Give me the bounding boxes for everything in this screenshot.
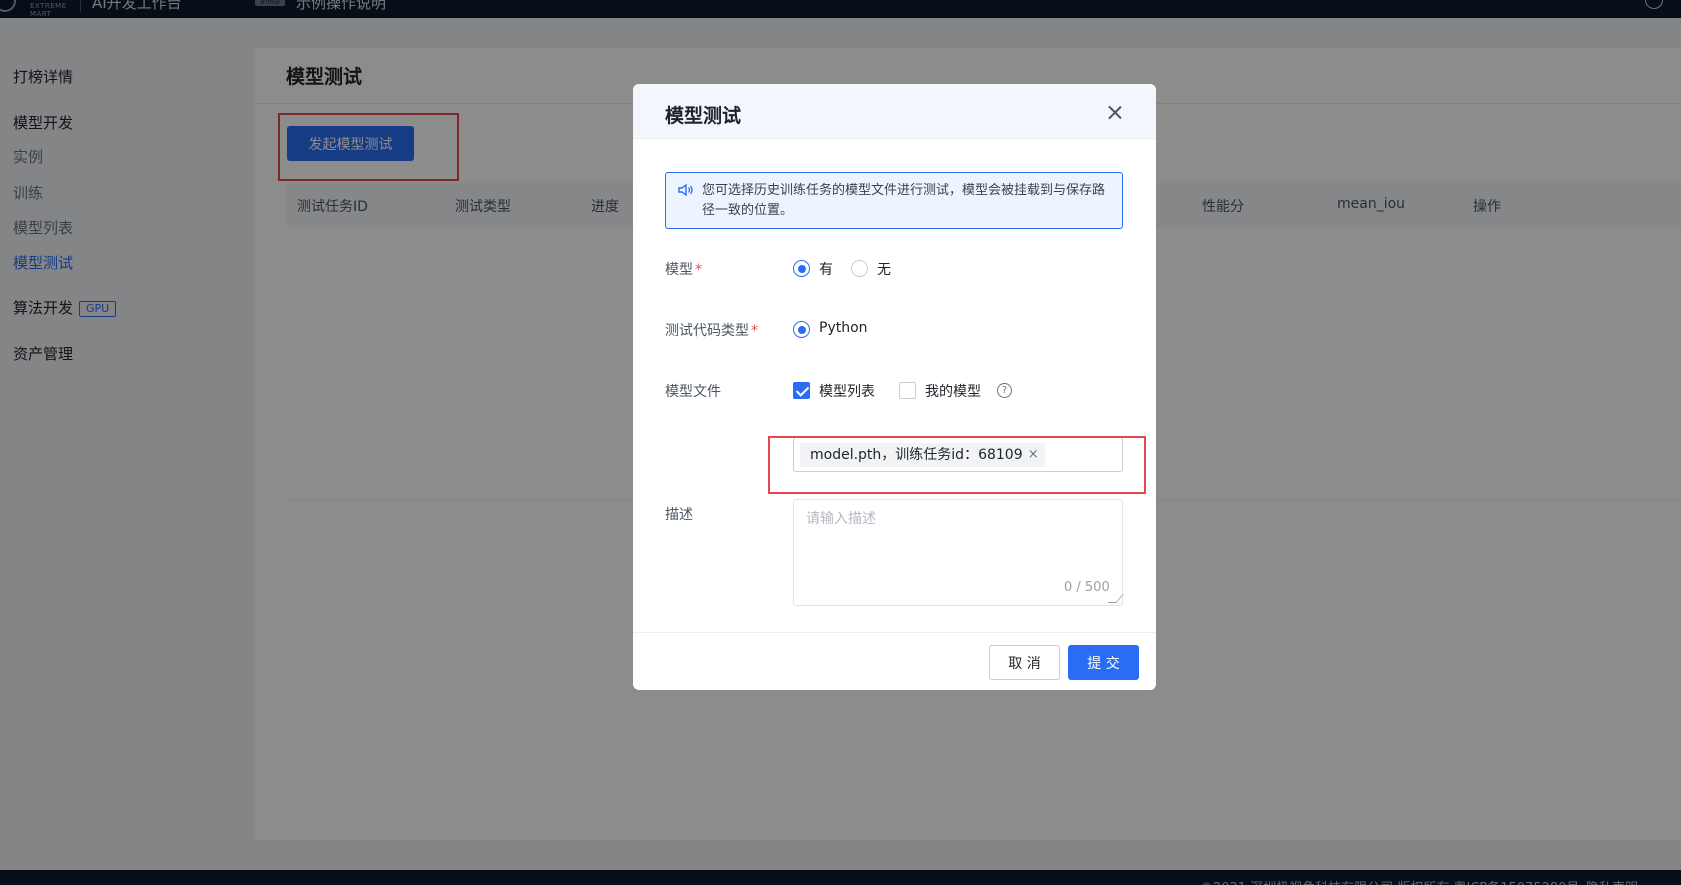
- dialog-header: 模型测试: [633, 84, 1156, 139]
- alert-text: 您可选择历史训练任务的模型文件进行测试，模型会被挂载到与保存路径一致的位置。: [702, 183, 1106, 218]
- description-label: 描述: [665, 507, 693, 523]
- model-yes-radio[interactable]: [793, 260, 810, 277]
- dialog-footer-divider: [633, 632, 1156, 633]
- required-mark: *: [695, 262, 702, 278]
- model-test-dialog: 模型测试 您可选择历史训练任务的模型文件进行测试，模型会被挂载到与保存路径一致的…: [633, 84, 1156, 690]
- close-icon[interactable]: [1105, 103, 1125, 123]
- model-list-checkbox[interactable]: [793, 382, 810, 399]
- cancel-button[interactable]: 取 消: [989, 645, 1060, 680]
- model-yes-label[interactable]: 有: [819, 259, 833, 279]
- code-type-label: 测试代码类型 *: [665, 320, 758, 340]
- highlight-box: [768, 436, 1146, 494]
- my-model-checkbox[interactable]: [899, 382, 916, 399]
- model-file-label: 模型文件: [665, 384, 721, 400]
- model-no-radio[interactable]: [851, 260, 868, 277]
- my-model-label[interactable]: 我的模型: [925, 381, 981, 401]
- model-no-label[interactable]: 无: [877, 259, 891, 279]
- info-alert: 您可选择历史训练任务的模型文件进行测试，模型会被挂载到与保存路径一致的位置。: [665, 172, 1123, 229]
- model-list-label[interactable]: 模型列表: [819, 381, 875, 401]
- required-mark: *: [751, 323, 758, 339]
- submit-button[interactable]: 提 交: [1068, 645, 1139, 680]
- model-label: 模型 *: [665, 259, 702, 279]
- code-type-label-text: 测试代码类型: [665, 323, 749, 339]
- dialog-title: 模型测试: [665, 105, 742, 127]
- model-label-text: 模型: [665, 262, 693, 278]
- speaker-icon: [678, 183, 693, 197]
- char-counter: 0 / 500: [1064, 580, 1110, 595]
- python-radio[interactable]: [793, 321, 810, 338]
- python-label[interactable]: Python: [819, 320, 868, 336]
- help-icon[interactable]: ?: [997, 383, 1012, 398]
